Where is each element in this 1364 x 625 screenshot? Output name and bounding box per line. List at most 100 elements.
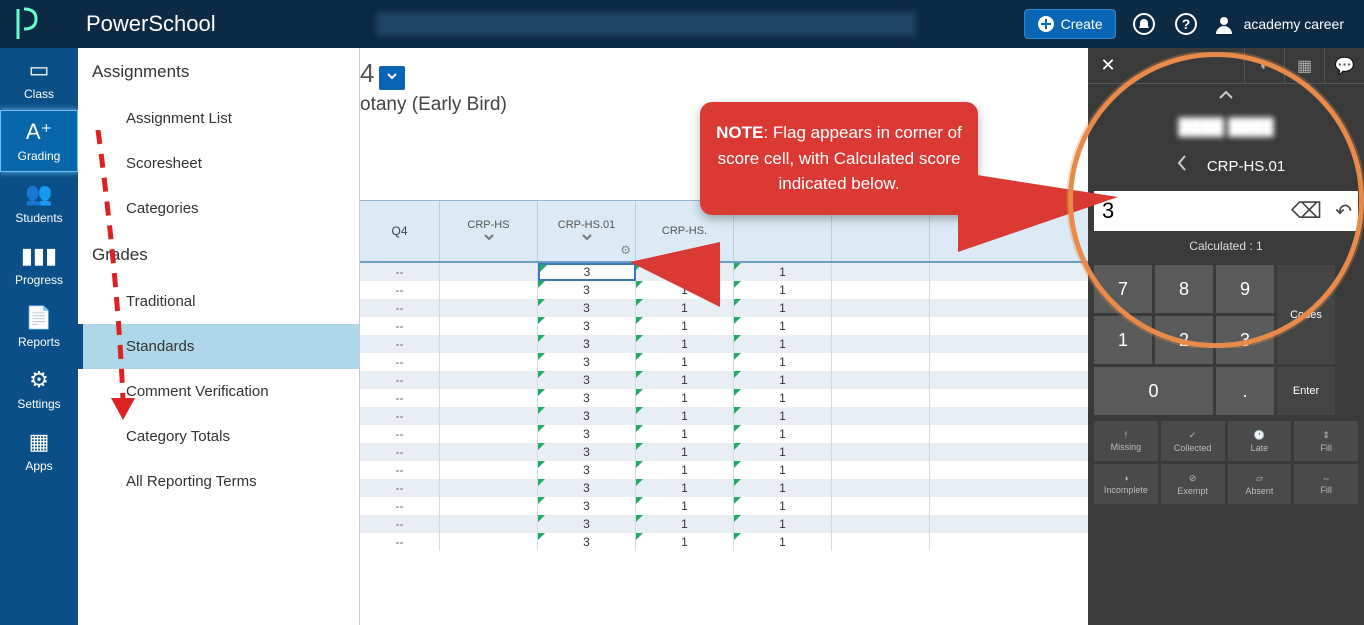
grid-cell[interactable] xyxy=(832,299,930,317)
grid-cell[interactable] xyxy=(832,497,930,515)
inspector-tab-assignments[interactable]: ▦ xyxy=(1284,48,1324,84)
sidebar-item-categories[interactable]: Categories xyxy=(78,186,359,231)
grid-cell[interactable]: 3 xyxy=(538,353,636,371)
grid-cell[interactable]: 3 xyxy=(538,443,636,461)
inspector-up-button[interactable] xyxy=(1088,84,1364,111)
grid-cell[interactable]: 1 xyxy=(636,497,734,515)
inspector-tab-summary[interactable]: ◐ xyxy=(1244,48,1284,84)
grid-cell[interactable] xyxy=(832,425,930,443)
inspector-close-button[interactable]: ✕ xyxy=(1088,55,1128,76)
grid-cell[interactable] xyxy=(440,461,538,479)
grid-cell[interactable]: 3 xyxy=(538,299,636,317)
grid-cell[interactable]: 1 xyxy=(636,515,734,533)
grid-cell[interactable] xyxy=(832,461,930,479)
grid-cell[interactable] xyxy=(832,533,930,551)
grid-cell[interactable]: 1 xyxy=(636,407,734,425)
undo-icon[interactable]: ↶ xyxy=(1335,199,1352,224)
grid-cell[interactable]: 1 xyxy=(734,407,832,425)
grid-cell[interactable]: 3 xyxy=(538,335,636,353)
grid-cell[interactable]: -- xyxy=(360,389,440,407)
term-dropdown[interactable] xyxy=(379,66,405,90)
nav-progress[interactable]: ▮▮▮ Progress xyxy=(0,234,78,296)
grid-cell[interactable]: -- xyxy=(360,317,440,335)
grid-cell[interactable]: 1 xyxy=(636,461,734,479)
grid-cell[interactable] xyxy=(832,479,930,497)
grid-header-crphs01[interactable]: CRP-HS.01 ⚙ xyxy=(538,201,636,261)
backspace-icon[interactable]: ⌫ xyxy=(1291,198,1322,224)
grid-cell[interactable]: 1 xyxy=(636,443,734,461)
grid-cell[interactable]: 1 xyxy=(636,371,734,389)
grid-cell[interactable]: 3 xyxy=(538,497,636,515)
grid-cell[interactable]: 1 xyxy=(734,515,832,533)
nav-settings[interactable]: ⚙ Settings xyxy=(0,358,78,420)
grid-cell[interactable]: 3 xyxy=(538,263,636,281)
grid-cell[interactable]: 1 xyxy=(734,263,832,281)
grid-cell[interactable]: -- xyxy=(360,281,440,299)
grid-cell[interactable]: 1 xyxy=(636,389,734,407)
flag-fill-down[interactable]: ⇕Fill xyxy=(1294,421,1358,461)
grid-cell[interactable] xyxy=(440,281,538,299)
key-3[interactable]: 3 xyxy=(1216,316,1274,364)
grid-cell[interactable] xyxy=(440,479,538,497)
grid-cell[interactable]: -- xyxy=(360,515,440,533)
grid-cell[interactable]: 3 xyxy=(538,407,636,425)
sidebar-item-standards[interactable]: Standards xyxy=(78,324,359,369)
grid-cell[interactable] xyxy=(832,281,930,299)
grid-cell[interactable]: 1 xyxy=(734,371,832,389)
grid-cell[interactable]: -- xyxy=(360,461,440,479)
flag-collected[interactable]: ✓Collected xyxy=(1161,421,1225,461)
grid-cell[interactable] xyxy=(440,317,538,335)
nav-grading[interactable]: A⁺ Grading xyxy=(0,110,78,172)
inspector-score-input[interactable]: 3 ⌫ ↶ xyxy=(1094,191,1358,231)
flag-fill-right[interactable]: ⇔Fill xyxy=(1294,464,1358,504)
create-button[interactable]: Create xyxy=(1024,9,1116,39)
grid-cell[interactable] xyxy=(440,515,538,533)
grid-cell[interactable] xyxy=(440,371,538,389)
nav-students[interactable]: 👥 Students xyxy=(0,172,78,234)
grid-cell[interactable] xyxy=(440,353,538,371)
grid-cell[interactable]: 1 xyxy=(636,335,734,353)
key-codes[interactable]: Codes xyxy=(1277,265,1335,364)
grid-cell[interactable]: 3 xyxy=(538,281,636,299)
grid-cell[interactable]: 1 xyxy=(636,317,734,335)
flag-missing[interactable]: !Missing xyxy=(1094,421,1158,461)
flag-incomplete[interactable]: ◑Incomplete xyxy=(1094,464,1158,504)
grid-cell[interactable]: -- xyxy=(360,335,440,353)
grid-cell[interactable]: -- xyxy=(360,533,440,551)
grid-cell[interactable] xyxy=(832,443,930,461)
grid-cell[interactable] xyxy=(832,371,930,389)
key-2[interactable]: 2 xyxy=(1155,316,1213,364)
grid-cell[interactable]: 3 xyxy=(538,425,636,443)
grid-cell[interactable]: 1 xyxy=(734,479,832,497)
key-enter[interactable]: Enter xyxy=(1277,367,1335,415)
grid-cell[interactable]: 3 xyxy=(538,515,636,533)
grid-header-crphs[interactable]: CRP-HS xyxy=(440,201,538,261)
nav-class[interactable]: ▭ Class xyxy=(0,48,78,110)
grid-cell[interactable] xyxy=(832,263,930,281)
grid-cell[interactable]: 1 xyxy=(636,533,734,551)
sidebar-item-assignment-list[interactable]: Assignment List xyxy=(78,96,359,141)
key-7[interactable]: 7 xyxy=(1094,265,1152,313)
grid-cell[interactable] xyxy=(832,389,930,407)
grid-cell[interactable]: 3 xyxy=(538,479,636,497)
key-9[interactable]: 9 xyxy=(1216,265,1274,313)
key-1[interactable]: 1 xyxy=(1094,316,1152,364)
grid-cell[interactable]: 1 xyxy=(734,317,832,335)
key-dot[interactable]: . xyxy=(1216,367,1274,415)
grid-cell[interactable] xyxy=(832,335,930,353)
flag-exempt[interactable]: ⊘Exempt xyxy=(1161,464,1225,504)
grid-cell[interactable] xyxy=(440,389,538,407)
nav-apps[interactable]: ▦ Apps xyxy=(0,420,78,482)
key-0[interactable]: 0 xyxy=(1094,367,1213,415)
grid-cell[interactable]: 1 xyxy=(734,281,832,299)
user-menu[interactable]: academy career xyxy=(1214,14,1344,34)
grid-cell[interactable]: 1 xyxy=(734,299,832,317)
grid-cell[interactable]: -- xyxy=(360,443,440,461)
grid-cell[interactable]: 3 xyxy=(538,389,636,407)
sidebar-item-category-totals[interactable]: Category Totals xyxy=(78,414,359,459)
flag-late[interactable]: 🕐Late xyxy=(1228,421,1292,461)
grid-cell[interactable]: 3 xyxy=(538,461,636,479)
grid-cell[interactable]: 1 xyxy=(636,479,734,497)
sidebar-item-all-reporting-terms[interactable]: All Reporting Terms xyxy=(78,459,359,504)
grid-cell[interactable] xyxy=(440,299,538,317)
